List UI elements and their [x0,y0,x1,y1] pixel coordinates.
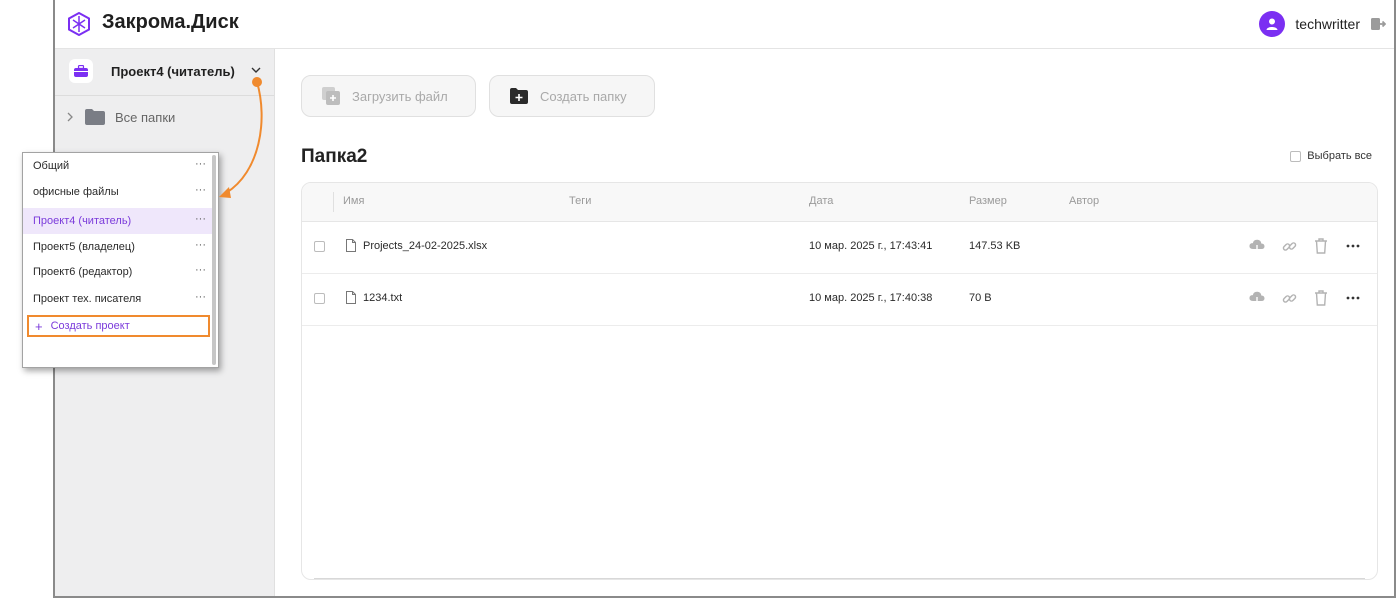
logo-icon[interactable] [67,12,91,36]
table-header: Имя Теги Дата Размер Автор [302,183,1377,222]
project-item-label: Проект5 (владелец) [33,241,135,253]
select-all-label: Выбрать все [1307,150,1372,162]
chevron-down-icon[interactable] [250,64,262,76]
app-window: Закрома.Диск techwritter Проект4 (читате… [53,0,1396,598]
briefcase-icon [69,59,93,83]
project-dropdown: Общий ··· офисные файлы ··· Проект4 (чит… [22,152,219,368]
project-item-tech-writer[interactable]: Проект тех. писателя ··· [23,286,212,312]
table-row[interactable]: 1234.txt 10 мар. 2025 г., 17:40:38 70 B [302,273,1377,326]
user-menu[interactable]: techwritter [1259,11,1386,37]
file-name[interactable]: 1234.txt [363,292,402,304]
cloud-download-icon[interactable] [1249,238,1265,254]
folder-title: Папка2 [301,146,368,167]
project-item-label: Проект4 (читатель) [33,215,132,227]
row-actions [1249,290,1361,306]
file-size: 147.53 KB [969,240,1021,252]
project-item-project4[interactable]: Проект4 (читатель) ··· [23,208,212,234]
sidebar-item-all-folders[interactable]: Все папки [55,105,274,129]
app-title: Закрома.Диск [102,11,239,33]
avatar-icon[interactable] [1259,11,1286,37]
upload-icon [322,87,340,105]
upload-file-button[interactable]: Загрузить файл [301,75,476,117]
current-project-name: Проект4 (читатель) [111,64,235,79]
top-header: Закрома.Диск techwritter [55,0,1394,49]
file-size: 70 B [969,292,992,304]
new-folder-icon [510,88,528,104]
more-icon[interactable] [1345,238,1361,254]
create-folder-button[interactable]: Создать папку [489,75,655,117]
cloud-download-icon[interactable] [1249,290,1265,306]
file-icon [346,291,356,304]
column-size[interactable]: Размер [969,195,1007,207]
project-item-menu[interactable]: ··· [195,239,206,251]
header-divider [333,192,334,212]
project-item-office-files[interactable]: офисные файлы ··· [23,179,212,205]
project-item-label: Общий [33,160,70,172]
folder-icon [85,109,105,125]
file-icon [346,239,356,252]
table-bottom-divider [314,578,1365,579]
link-icon[interactable] [1281,290,1297,306]
column-date[interactable]: Дата [809,195,833,207]
dropdown-scrollbar[interactable] [212,155,216,365]
chevron-right-icon[interactable] [65,111,75,123]
select-all[interactable]: Выбрать все [1290,150,1372,162]
plus-icon: + [35,318,43,334]
link-icon[interactable] [1281,238,1297,254]
column-tags[interactable]: Теги [569,195,591,207]
more-icon[interactable] [1345,290,1361,306]
project-item-label: Проект тех. писателя [33,293,142,305]
project-item-project6[interactable]: Проект6 (редактор) ··· [23,259,212,285]
project-item-menu[interactable]: ··· [195,291,206,303]
trash-icon[interactable] [1313,238,1329,254]
project-selector[interactable]: Проект4 (читатель) [55,49,274,96]
project-item-menu[interactable]: ··· [195,184,206,196]
create-project-label: Создать проект [50,320,130,332]
row-checkbox[interactable] [314,293,325,304]
column-name[interactable]: Имя [343,195,364,207]
trash-icon[interactable] [1313,290,1329,306]
column-author[interactable]: Автор [1069,195,1099,207]
project-item-menu[interactable]: ··· [195,213,206,225]
project-item-menu[interactable]: ··· [195,158,206,170]
file-name[interactable]: Projects_24-02-2025.xlsx [363,240,487,252]
project-item-menu[interactable]: ··· [195,264,206,276]
project-item-general[interactable]: Общий ··· [23,153,212,179]
project-item-project5[interactable]: Проект5 (владелец) ··· [23,234,212,260]
all-folders-label: Все папки [115,109,176,125]
create-project-button[interactable]: + Создать проект [27,315,210,337]
files-table: Имя Теги Дата Размер Автор Projects_24-0… [301,182,1378,580]
logout-icon[interactable] [1370,16,1386,32]
project-item-label: офисные файлы [33,186,119,198]
select-all-checkbox[interactable] [1290,150,1302,162]
project-item-label: Проект6 (редактор) [33,266,133,278]
username: techwritter [1295,16,1360,32]
table-row[interactable]: Projects_24-02-2025.xlsx 10 мар. 2025 г.… [302,221,1377,274]
file-date: 10 мар. 2025 г., 17:43:41 [809,240,933,252]
upload-file-label: Загрузить файл [352,88,448,104]
row-actions [1249,238,1361,254]
create-folder-label: Создать папку [540,88,627,104]
row-checkbox[interactable] [314,241,325,252]
file-date: 10 мар. 2025 г., 17:40:38 [809,292,933,304]
